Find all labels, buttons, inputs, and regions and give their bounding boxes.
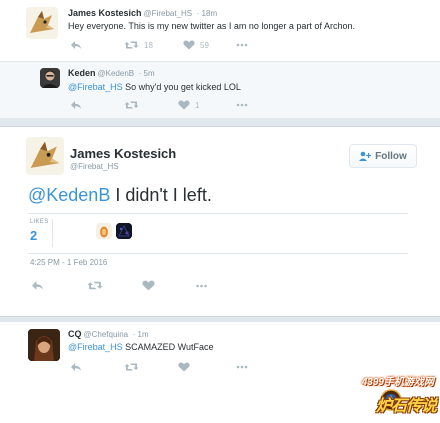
timestamp[interactable]: · 1m — [133, 330, 149, 339]
watermark: 4399手机游戏网 炉石传说 — [336, 373, 438, 421]
keden-avatar-icon — [40, 68, 60, 88]
like-button[interactable]: 59 — [183, 40, 209, 50]
more-button[interactable] — [236, 103, 248, 107]
avatar[interactable] — [40, 68, 60, 88]
follow-label: Follow — [375, 150, 407, 162]
like-count: 59 — [200, 40, 209, 50]
retweet-count: 18 — [144, 40, 153, 50]
handle[interactable]: @Firebat_HS — [144, 9, 193, 18]
tweet-timestamp[interactable]: 4:25 PM - 1 Feb 2016 — [30, 258, 107, 267]
tweet-text-body: SCAMAZED WutFace — [122, 342, 214, 352]
tweet-text-body: So why'd you get kicked LOL — [122, 82, 241, 92]
tweet-text: @Firebat_HS SCAMAZED WutFace — [68, 342, 214, 352]
tweet-text-body: I didn't I left. — [110, 185, 212, 205]
likes-count[interactable]: 2 — [30, 228, 37, 243]
divider — [28, 213, 408, 214]
tweet-text: Hey everyone. This is my new twitter as … — [68, 21, 355, 31]
liker-avatar-icon — [100, 226, 108, 238]
reply-icon — [71, 41, 81, 49]
retweet-button[interactable]: 18 — [124, 40, 153, 50]
more-icon — [196, 284, 207, 288]
cq-avatar-icon — [28, 329, 60, 361]
more-icon — [236, 365, 248, 369]
reply-button[interactable] — [70, 100, 82, 110]
retweet-button[interactable] — [124, 362, 139, 372]
handle[interactable]: @KedenB — [98, 69, 135, 78]
heart-icon — [142, 280, 155, 291]
avatar[interactable] — [26, 137, 64, 175]
more-icon — [236, 43, 248, 47]
more-button[interactable] — [236, 365, 248, 369]
retweet-icon — [124, 363, 139, 371]
follow-person-icon — [359, 151, 372, 161]
timestamp[interactable]: · 18m — [197, 9, 217, 18]
avatar[interactable] — [26, 7, 58, 39]
mention-link[interactable]: @Firebat_HS — [68, 82, 123, 92]
firebat-avatar-icon — [30, 141, 60, 168]
mention-link[interactable]: @Firebat_HS — [68, 342, 123, 352]
liker-avatar[interactable] — [116, 223, 132, 239]
tweet-3-expanded[interactable]: James Kostesich @Firebat_HS Follow @Kede… — [0, 126, 440, 317]
avatar[interactable] — [28, 329, 60, 361]
reply-icon — [71, 363, 81, 371]
more-button[interactable] — [236, 43, 248, 47]
liker-avatar[interactable] — [96, 223, 112, 239]
display-name[interactable]: CQ — [68, 329, 82, 339]
like-button[interactable] — [142, 280, 155, 291]
display-name[interactable]: James Kostesich — [68, 8, 142, 18]
display-name[interactable]: James Kostesich — [70, 146, 176, 161]
reply-button[interactable] — [70, 40, 82, 50]
tweet-text: @KedenB I didn't I left. — [28, 185, 212, 206]
tweet-author-line: Keden @KedenB · 5m — [68, 68, 155, 78]
handle[interactable]: @Chefquina — [84, 330, 129, 339]
more-icon — [236, 103, 248, 107]
handle[interactable]: @Firebat_HS — [70, 162, 119, 171]
likes-label: LIKES — [30, 219, 49, 225]
retweet-button[interactable] — [87, 280, 103, 291]
reply-button[interactable] — [70, 362, 82, 372]
like-count: 1 — [195, 100, 200, 110]
tweet-author-line: CQ @Chefquina · 1m — [68, 329, 149, 339]
like-button[interactable]: 1 — [178, 100, 199, 110]
tweet-2[interactable]: Keden @KedenB · 5m @Firebat_HS So why'd y… — [0, 62, 440, 119]
heart-icon — [178, 100, 190, 110]
heart-icon — [178, 362, 190, 372]
retweet-icon — [124, 101, 139, 109]
reply-icon — [32, 281, 43, 290]
watermark-text: 4399手机游戏网 — [361, 377, 434, 388]
tweet-text: @Firebat_HS So why'd you get kicked LOL — [68, 82, 241, 92]
retweet-icon — [124, 41, 139, 49]
display-name[interactable]: Keden — [68, 68, 96, 78]
divider — [52, 219, 53, 247]
watermark-logo-text: 炉石传说 — [375, 398, 437, 415]
tweet-1[interactable]: James Kostesich @Firebat_HS · 18m Hey eve… — [0, 0, 440, 62]
reply-icon — [71, 101, 81, 109]
timestamp[interactable]: · 5m — [139, 69, 155, 78]
like-button[interactable] — [178, 362, 190, 372]
more-button[interactable] — [195, 284, 208, 288]
retweet-icon — [87, 281, 103, 290]
reply-button[interactable] — [31, 280, 44, 291]
tweet-author-line: James Kostesich @Firebat_HS · 18m — [68, 8, 217, 18]
mention-link[interactable]: @KedenB — [28, 185, 110, 205]
follow-button[interactable]: Follow — [349, 144, 417, 168]
retweet-button[interactable] — [124, 100, 139, 110]
firebat-avatar-icon — [30, 11, 54, 33]
liker-avatar-icon — [116, 223, 132, 239]
heart-icon — [183, 40, 195, 50]
divider — [28, 253, 408, 254]
